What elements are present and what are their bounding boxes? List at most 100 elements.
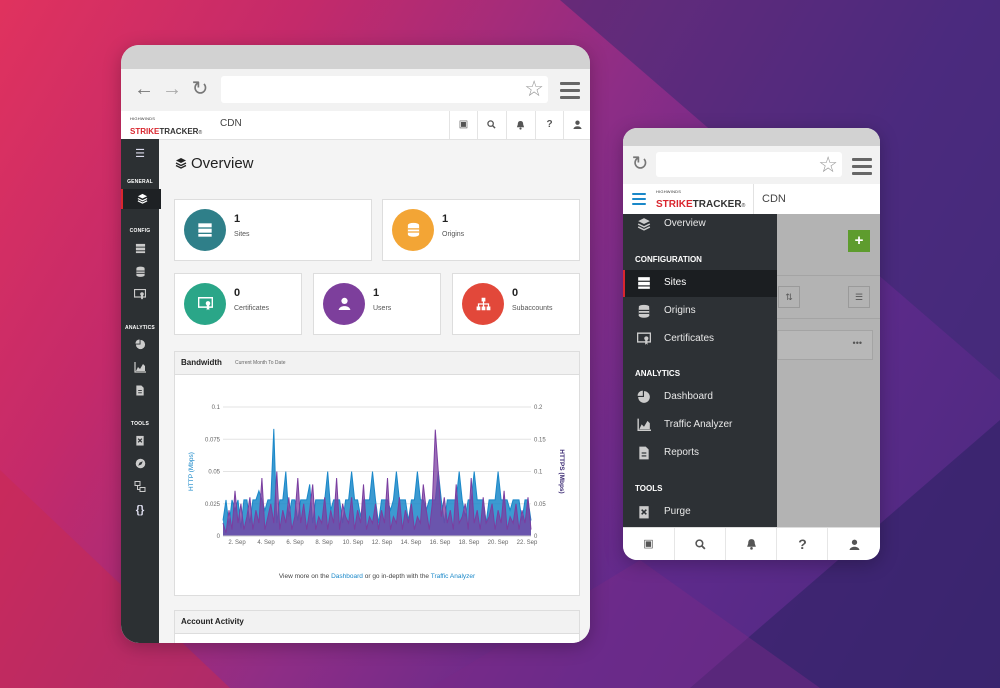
drawer-label-dashboard: Dashboard — [664, 391, 713, 402]
mobile-status-strip — [623, 128, 880, 146]
stat-card-subaccounts[interactable]: 0 Subaccounts — [452, 273, 580, 335]
server-icon — [135, 243, 145, 254]
sidebar-item-traffic-analyzer[interactable] — [121, 358, 159, 378]
drawer-item-reports[interactable]: Reports — [623, 440, 777, 467]
sidebar-item-explore[interactable] — [121, 454, 159, 474]
stat-card-certificates[interactable]: 0 Certificates — [174, 273, 302, 335]
mobile-browser-window: ↻ ☆ HIGHWINDS STRIKETRACKER® CDN + ⇅ ☰ •… — [623, 128, 880, 560]
subaccounts-icon-circle — [462, 283, 504, 325]
mobile-menu-toggle-icon[interactable] — [632, 193, 646, 209]
y-tick-label: 0 — [217, 534, 221, 540]
address-bar[interactable]: ☆ — [221, 76, 548, 103]
background-divider — [777, 275, 880, 276]
bandwidth-panel-header: Bandwidth Current Month To Date — [175, 352, 579, 375]
help-icon[interactable]: ? — [776, 528, 828, 560]
more-options-icon[interactable]: ••• — [853, 338, 862, 348]
user-icon — [338, 297, 350, 310]
help-icon[interactable]: ? — [535, 111, 563, 139]
reload-icon[interactable]: ↻ — [629, 153, 651, 175]
header-section-label: CDN — [220, 118, 242, 129]
stat-card-origins[interactable]: 1 Origins — [382, 199, 580, 261]
bandwidth-chart[interactable]: 00.0250.050.0750.100.050.10.150.2HTTP (M… — [175, 375, 579, 565]
search-icon[interactable] — [674, 528, 726, 560]
sidebar-item-overview[interactable] — [121, 189, 161, 209]
sidebar-item-dashboard[interactable] — [121, 335, 159, 355]
subaccounts-count: 0 — [512, 287, 519, 299]
origins-icon-circle — [392, 209, 434, 251]
user-profile-icon[interactable] — [827, 528, 880, 560]
striketracker-logo: HIGHWINDS STRIKETRACKER® — [656, 189, 746, 211]
mobile-address-bar[interactable]: ☆ — [656, 152, 842, 177]
sidebar-item-certificates[interactable] — [121, 285, 159, 305]
apps-grid-icon[interactable]: ▣ — [449, 111, 477, 139]
stat-card-sites[interactable]: 1 Sites — [174, 199, 372, 261]
sites-icon-circle — [184, 209, 226, 251]
traffic-analyzer-link[interactable]: Traffic Analyzer — [431, 573, 475, 580]
main-content: Overview 1 Sites 1 Origins 0 Certificate… — [159, 139, 590, 643]
x-tick-label: 6. Sep — [286, 540, 304, 546]
mobile-browser-menu-icon[interactable] — [852, 158, 872, 179]
users-icon-circle — [323, 283, 365, 325]
bookmark-star-icon[interactable]: ☆ — [524, 77, 544, 101]
notifications-bell-icon[interactable] — [725, 528, 777, 560]
bookmark-star-icon[interactable]: ☆ — [818, 153, 838, 177]
drawer-label-purge: Purge — [664, 506, 691, 517]
database-icon — [407, 222, 419, 237]
account-activity-panel: Account Activity — [174, 610, 580, 643]
sidebar-item-reports[interactable] — [121, 381, 159, 401]
sidebar-item-sites[interactable] — [121, 239, 159, 259]
users-label: Users — [373, 305, 392, 312]
drawer-label-origins: Origins — [664, 305, 696, 316]
sidebar-item-api[interactable]: {} — [121, 500, 159, 520]
x-tick-label: 8. Sep — [315, 540, 333, 546]
drawer-label-certificates: Certificates — [664, 333, 715, 344]
drawer-item-sites[interactable]: Sites — [623, 270, 777, 297]
x-tick-label: 20. Sep — [488, 540, 509, 546]
y2-tick-label: 0.05 — [534, 502, 546, 508]
notifications-bell-icon[interactable] — [506, 111, 534, 139]
drawer-label-traffic-analyzer: Traffic Analyzer — [664, 419, 733, 430]
sidebar-toggle-icon[interactable]: ☰ — [121, 144, 159, 164]
drawer-item-traffic-analyzer[interactable]: Traffic Analyzer — [623, 412, 777, 439]
certificate-icon — [133, 288, 147, 300]
y-axis-title: HTTP (Mbps) — [188, 452, 195, 491]
search-icon[interactable] — [477, 111, 505, 139]
purge-icon — [639, 506, 649, 519]
mobile-browser-toolbar: ↻ ☆ — [623, 146, 880, 184]
user-profile-icon[interactable] — [563, 111, 590, 139]
sidebar-item-purge[interactable] — [121, 431, 159, 451]
dashboard-link[interactable]: Dashboard — [331, 573, 363, 580]
sidebar-item-origins[interactable] — [121, 262, 159, 282]
drawer-item-overview[interactable]: Overview — [623, 211, 777, 238]
origins-count: 1 — [442, 213, 449, 225]
add-button[interactable]: + — [848, 230, 870, 252]
drawer-item-certificates[interactable]: Certificates — [623, 326, 777, 353]
certificate-icon — [637, 332, 651, 345]
stat-card-users[interactable]: 1 Users — [313, 273, 441, 335]
browser-menu-icon[interactable] — [560, 82, 580, 103]
certificates-count: 0 — [234, 287, 241, 299]
forward-icon[interactable]: → — [161, 78, 183, 100]
x-tick-label: 14. Sep — [401, 540, 422, 546]
database-icon — [638, 304, 650, 318]
network-icon — [134, 481, 146, 492]
server-icon — [638, 277, 650, 289]
drawer-item-purge[interactable]: Purge — [623, 499, 777, 526]
apps-grid-icon[interactable]: ▣ — [623, 528, 674, 560]
account-activity-header: Account Activity — [175, 611, 579, 634]
drawer-item-dashboard[interactable]: Dashboard — [623, 384, 777, 411]
drawer-label-overview: Overview — [664, 218, 706, 229]
filter-button[interactable]: ☰ — [848, 286, 870, 308]
back-icon[interactable]: ← — [133, 78, 155, 100]
compass-icon — [135, 458, 145, 469]
sidebar-section-config: CONFIG — [129, 228, 151, 234]
reload-icon[interactable]: ↻ — [189, 78, 211, 100]
bandwidth-title: Bandwidth — [181, 358, 222, 367]
sidebar-item-network[interactable] — [121, 477, 159, 497]
sort-button[interactable]: ⇅ — [778, 286, 800, 308]
origins-label: Origins — [442, 231, 465, 238]
pie-chart-icon — [637, 390, 650, 403]
sidebar-section-analytics: ANALYTICS — [125, 325, 155, 331]
site-row-card[interactable]: ••• — [777, 330, 873, 360]
drawer-item-origins[interactable]: Origins — [623, 298, 777, 325]
